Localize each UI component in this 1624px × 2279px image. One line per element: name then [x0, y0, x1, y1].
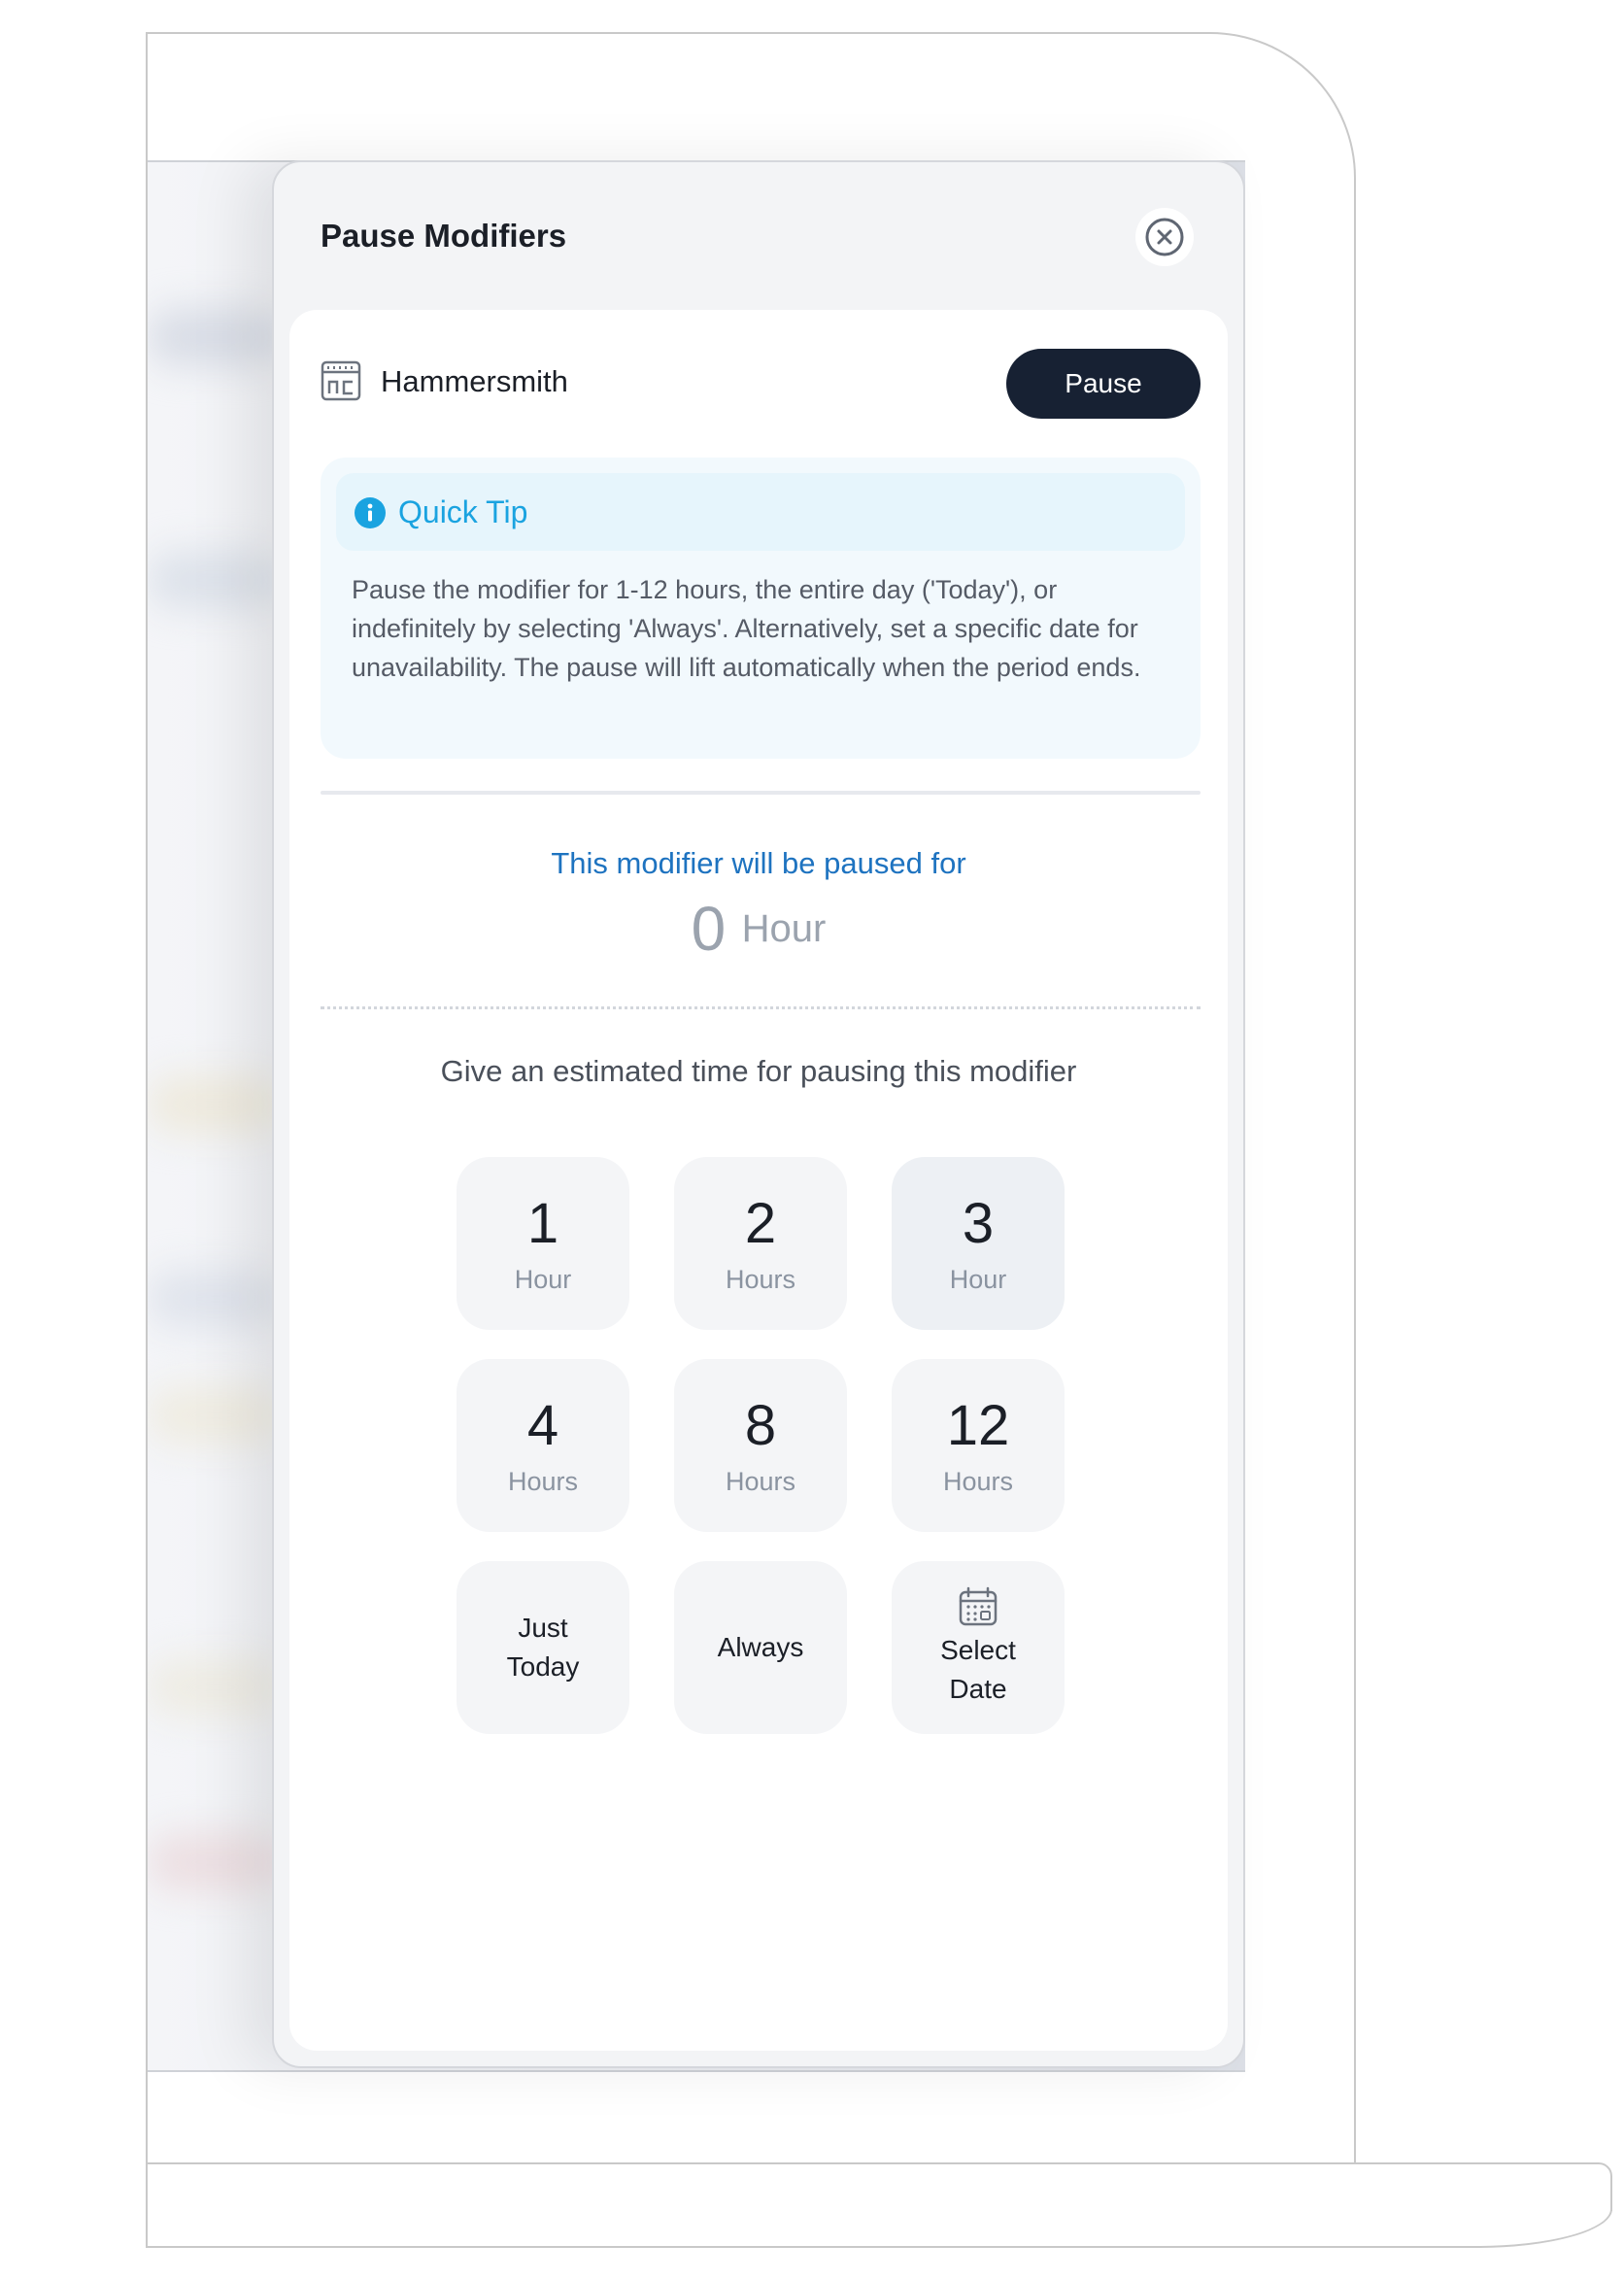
- option-3-hours[interactable]: 3 Hour: [892, 1157, 1065, 1330]
- pause-modifiers-panel: Pause Modifiers Hammersmith Pause Quick …: [272, 160, 1245, 2068]
- device-base: [146, 2162, 1612, 2211]
- quick-tip-header: Quick Tip: [336, 473, 1185, 551]
- store-name: Hammersmith: [381, 364, 568, 398]
- close-icon: [1145, 218, 1184, 256]
- option-4-hours[interactable]: 4 Hours: [457, 1359, 629, 1532]
- option-number: 8: [744, 1393, 777, 1457]
- blur-shape: [148, 308, 284, 366]
- option-always[interactable]: Always: [674, 1561, 847, 1734]
- option-label: Always: [717, 1632, 804, 1662]
- pause-button[interactable]: Pause: [1006, 349, 1201, 419]
- store-icon: [321, 360, 361, 401]
- option-number: 3: [962, 1191, 995, 1255]
- divider: [321, 791, 1201, 795]
- paused-duration-unit: Hour: [741, 906, 827, 950]
- quick-tip: Quick Tip Pause the modifier for 1-12 ho…: [321, 458, 1201, 759]
- option-just-today[interactable]: Just Today: [457, 1561, 629, 1734]
- option-label-line: Select: [940, 1635, 1016, 1665]
- option-number: 2: [744, 1191, 777, 1255]
- option-unit: Hours: [725, 1264, 796, 1294]
- option-12-hours[interactable]: 12 Hours: [892, 1359, 1065, 1532]
- blur-shape: [148, 1658, 284, 1717]
- option-unit: Hour: [949, 1264, 1007, 1294]
- option-number: 1: [526, 1191, 559, 1255]
- store-row: Hammersmith Pause: [321, 349, 1201, 419]
- panel-title: Pause Modifiers: [321, 218, 567, 254]
- close-button[interactable]: [1135, 208, 1194, 266]
- option-unit: Hours: [725, 1466, 796, 1496]
- blur-shape: [148, 1386, 284, 1445]
- quick-tip-title: Quick Tip: [398, 494, 528, 529]
- option-unit: Hour: [514, 1264, 572, 1294]
- paused-duration-value: 0: [691, 894, 727, 964]
- calendar-icon: [959, 1586, 998, 1626]
- paused-duration: 0 Hour: [289, 893, 1228, 965]
- option-1-hour[interactable]: 1 Hour: [457, 1157, 629, 1330]
- option-2-hours[interactable]: 2 Hours: [674, 1157, 847, 1330]
- option-number: 12: [946, 1393, 1010, 1457]
- blur-shape: [148, 1075, 284, 1134]
- option-label-line: Today: [506, 1651, 580, 1682]
- blur-shape: [148, 551, 284, 609]
- quick-tip-text: Pause the modifier for 1-12 hours, the e…: [352, 575, 1141, 682]
- blur-shape: [148, 1270, 284, 1328]
- option-unit: Hours: [507, 1466, 579, 1496]
- info-icon: [355, 497, 386, 528]
- estimate-label: Give an estimated time for pausing this …: [440, 1054, 1077, 1088]
- blur-shape: [148, 1833, 284, 1891]
- dotted-divider: [321, 1006, 1201, 1009]
- option-unit: Hours: [942, 1466, 1014, 1496]
- option-8-hours[interactable]: 8 Hours: [674, 1359, 847, 1532]
- device-base-lower: [146, 2209, 1612, 2248]
- option-label-line: Just: [518, 1613, 568, 1643]
- paused-for-label: This modifier will be paused for: [551, 846, 966, 880]
- panel-content: Hammersmith Pause Quick Tip Pause the mo…: [289, 310, 1228, 2051]
- option-number: 4: [526, 1393, 559, 1457]
- option-label-line: Date: [949, 1674, 1007, 1704]
- option-select-date[interactable]: Select Date: [892, 1561, 1065, 1734]
- duration-options: 1 Hour 2 Hours 3 Hour 4 Hours 8 Hours 12…: [457, 1157, 1068, 1734]
